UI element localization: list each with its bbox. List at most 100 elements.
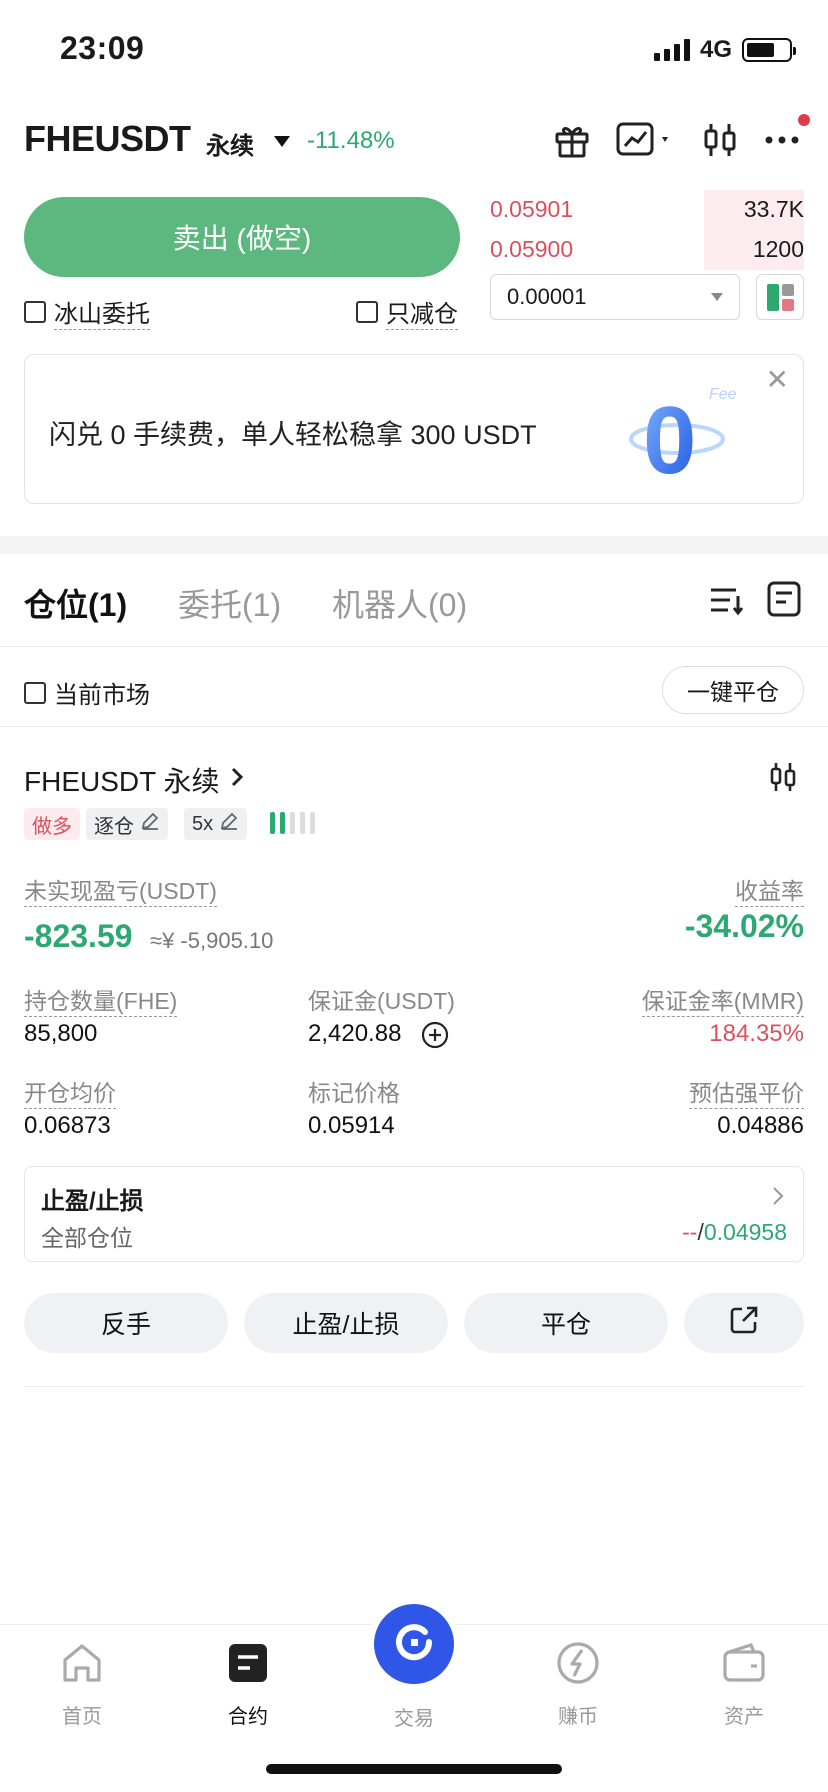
more-icon[interactable] (762, 118, 802, 162)
nav-assets[interactable]: 资产 (684, 1640, 804, 1729)
mark-price-label: 标记价格 (308, 1080, 400, 1106)
orderbook-layout-icon[interactable] (756, 274, 804, 320)
section-divider (0, 536, 828, 554)
margin-value: 2,420.88 (308, 1020, 402, 1047)
symbol-title[interactable]: FHEUSDT (24, 118, 191, 160)
add-margin-icon[interactable] (420, 1020, 450, 1055)
gift-icon[interactable] (550, 118, 594, 162)
mmr-label: 保证金率(MMR) (641, 982, 804, 1017)
current-market-checkbox[interactable]: 当前市场 (24, 675, 150, 710)
margin-mode-tag[interactable]: 逐仓 (86, 808, 168, 840)
liq-price-label: 预估强平价 (689, 1074, 804, 1109)
nav-trade-label[interactable]: 交易 (354, 1702, 474, 1731)
precision-select[interactable]: 0.00001 (490, 274, 740, 320)
leverage-label: 5x (192, 812, 214, 835)
home-indicator (266, 1764, 562, 1774)
position-symbol-link[interactable]: FHEUSDT 永续 (24, 760, 246, 800)
stop-loss-value: 0.04958 (703, 1219, 787, 1245)
position-title: FHEUSDT 永续 (24, 766, 220, 797)
margin-mode-label: 逐仓 (94, 815, 134, 838)
share-button[interactable] (684, 1293, 804, 1353)
chevron-down-icon (711, 293, 723, 301)
home-icon (59, 1640, 105, 1692)
zero-fee-graphic-icon: 0 Fee (621, 377, 741, 494)
nav-home[interactable]: 首页 (22, 1640, 142, 1729)
take-profit-value: -- (682, 1219, 698, 1245)
unrealized-pnl-value: -823.59 (24, 918, 133, 954)
leverage-tag[interactable]: 5x (184, 808, 248, 840)
unrealized-pnl-cny: ≈¥ -5,905.10 (150, 928, 274, 953)
nav-contract[interactable]: 合约 (188, 1640, 308, 1729)
share-icon (728, 1304, 760, 1343)
tab-orders[interactable]: 委托(1) (178, 580, 281, 626)
sltp-scope: 全部仓位 (41, 1225, 133, 1251)
close-all-button[interactable]: 一键平仓 (662, 666, 804, 714)
candlestick-icon[interactable] (768, 760, 798, 799)
trade-button[interactable] (374, 1604, 454, 1684)
chevron-right-icon (771, 1185, 785, 1212)
ask-amount: 1200 (752, 235, 804, 262)
unrealized-pnl-label: 未实现盈亏(USDT) (24, 872, 217, 907)
chevron-right-icon (228, 764, 246, 796)
reduce-only-checkbox[interactable]: 只减仓 (356, 294, 458, 330)
ask-row[interactable]: 0.05900 1200 (490, 230, 804, 268)
sltp-button[interactable]: 止盈/止损 (244, 1293, 448, 1353)
sell-short-button[interactable]: 卖出 (做空) (24, 197, 460, 277)
entry-price-value: 0.06873 (24, 1112, 111, 1139)
nav-label: 赚币 (558, 1706, 598, 1728)
tab-bots[interactable]: 机器人(0) (332, 580, 467, 626)
divider (0, 646, 828, 647)
promo-text: 闪兑 0 手续费，单人轻松稳拿 300 USDT (49, 420, 537, 450)
nav-earn[interactable]: 赚币 (518, 1640, 638, 1729)
entry-price-label: 开仓均价 (24, 1074, 116, 1109)
precision-value: 0.00001 (507, 284, 587, 309)
reverse-button[interactable]: 反手 (24, 1293, 228, 1353)
checkbox-icon (356, 301, 378, 323)
tab-positions[interactable]: 仓位(1) (24, 580, 127, 626)
divider (0, 726, 828, 727)
sltp-panel[interactable]: 止盈/止损 全部仓位 --/0.04958 (24, 1166, 804, 1262)
sort-icon[interactable] (708, 582, 744, 623)
edit-icon (140, 811, 160, 837)
ask-price: 0.05901 (490, 195, 574, 222)
side-tag: 做多 (24, 808, 80, 840)
size-label: 持仓数量(FHE) (24, 982, 178, 1017)
battery-icon (742, 38, 796, 62)
roe-value: -34.02% (684, 908, 804, 944)
close-icon[interactable]: ✕ (766, 363, 789, 396)
earn-icon (555, 1640, 601, 1692)
history-icon[interactable] (766, 580, 802, 623)
contract-icon (225, 1640, 271, 1692)
iceberg-checkbox[interactable]: 冰山委托 (24, 294, 150, 330)
risk-level-icon (270, 812, 315, 834)
margin-label: 保证金(USDT) (308, 988, 455, 1014)
sltp-values: --/0.04958 (682, 1219, 787, 1246)
checkbox-icon (24, 301, 46, 323)
nav-label: 交易 (394, 1708, 434, 1730)
status-indicators: 4G (653, 36, 796, 64)
mark-price-value: 0.05914 (308, 1112, 395, 1139)
wallet-icon (721, 1640, 767, 1692)
nav-label: 合约 (228, 1706, 268, 1728)
checkbox-icon (24, 681, 46, 704)
status-time: 23:09 (60, 30, 145, 66)
nav-label: 资产 (724, 1706, 764, 1728)
price-change: -11.48% (307, 127, 395, 154)
ask-amount: 33.7K (743, 195, 804, 222)
candlestick-icon[interactable] (700, 118, 740, 162)
chart-icon[interactable] (616, 118, 676, 162)
close-position-button[interactable]: 平仓 (464, 1293, 668, 1353)
notification-dot (798, 114, 810, 126)
roe-label: 收益率 (735, 872, 804, 907)
sltp-title: 止盈/止损 (41, 1188, 144, 1215)
symbol-dropdown-icon[interactable] (274, 136, 290, 147)
banner-digit: 0 (643, 387, 696, 487)
promo-banner[interactable]: 闪兑 0 手续费，单人轻松稳拿 300 USDT 0 Fee ✕ (24, 354, 804, 504)
ask-row[interactable]: 0.05901 33.7K (490, 190, 804, 228)
ask-price: 0.05900 (490, 235, 574, 262)
current-market-label: 当前市场 (54, 682, 150, 709)
divider (24, 1386, 804, 1387)
signal-icon (653, 39, 690, 61)
mmr-value: 184.35% (709, 1020, 804, 1047)
size-value: 85,800 (24, 1020, 98, 1047)
